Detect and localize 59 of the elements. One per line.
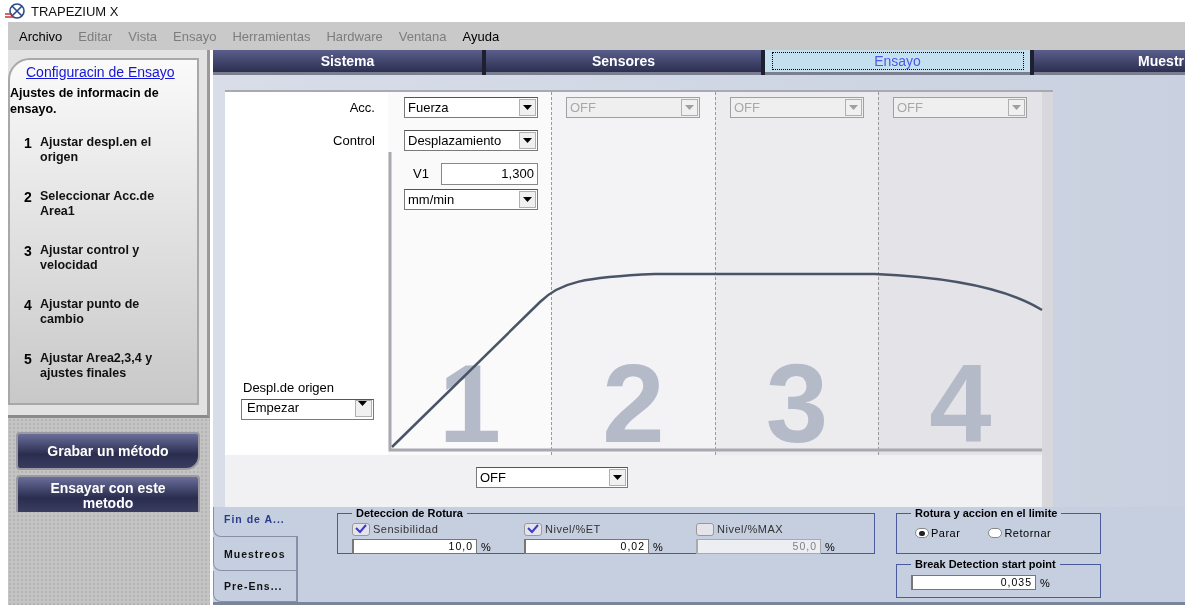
radio-label: Retornar [1004, 527, 1052, 539]
setup-link[interactable]: Configuracin de Ensayo [10, 64, 191, 80]
dropdown[interactable]: Empezar [241, 399, 374, 420]
acc-label: Acc. [349, 98, 375, 117]
unit-label: % [653, 540, 663, 553]
step-number: 4 [24, 297, 32, 315]
app-logo-icon [4, 2, 26, 20]
checkbox[interactable] [524, 522, 542, 536]
step-text: Ajustar control y velocidad [40, 243, 141, 273]
area-number: 2 [602, 340, 665, 466]
dropdown[interactable]: OFF [476, 467, 628, 488]
group-title: Deteccion de Rotura [355, 507, 464, 519]
side-tab[interactable]: Fin de A... [213, 507, 298, 537]
group-title: Break Detection start point [914, 558, 1057, 570]
radio-button[interactable] [988, 528, 1003, 538]
action-button[interactable]: Ensayar con este metodo [16, 475, 200, 512]
checkbox-label: Nivel/%MAX [717, 523, 784, 535]
step-number: 1 [24, 135, 32, 153]
checkbox-label: Sensibilidad [373, 523, 439, 535]
menu-item[interactable]: Ayuda [462, 28, 508, 44]
group-title: Rotura y accion en el limite [914, 507, 1059, 519]
radio-button[interactable] [915, 528, 929, 538]
step-number: 3 [24, 243, 32, 261]
side-tab[interactable]: Muestreos [213, 537, 297, 571]
unit-label: % [481, 540, 491, 553]
step-number: 5 [24, 351, 32, 369]
speed-label: V1 [413, 166, 429, 182]
step-text: Ajustar despl.en el origen [40, 135, 153, 165]
tab[interactable]: Ensayo [765, 50, 1030, 75]
checkbox-label: Nivel/%ET [545, 523, 601, 535]
value-field[interactable]: 10,0 [352, 539, 477, 554]
area-number: 3 [765, 340, 829, 466]
step-number: 2 [24, 189, 32, 207]
tab[interactable]: Sensores [486, 50, 761, 75]
menu-item[interactable]: Archivo [19, 28, 71, 44]
window-title: TRAPEZIUM X [31, 3, 119, 19]
setup-description: Ajustes de informacin de ensayo. [10, 85, 160, 117]
radio-label: Parar [931, 527, 961, 539]
unit-label: % [825, 540, 835, 553]
action-button[interactable]: Grabar un método [16, 432, 200, 471]
unit-label: % [1040, 576, 1050, 589]
dropdown[interactable]: mm/min [404, 188, 538, 210]
tab[interactable]: Muestr [1034, 50, 1185, 75]
dropdown[interactable]: Fuerza [404, 96, 538, 118]
origin-label: Despl.de origen [242, 380, 336, 395]
value-field[interactable]: 50,0 [696, 539, 821, 554]
checkbox[interactable] [352, 522, 370, 536]
speed-field[interactable]: 1,300 [440, 162, 538, 185]
side-tab[interactable]: Pre-Ens... [213, 571, 297, 602]
value-field[interactable]: 0,035 [911, 575, 1036, 590]
control-label: Control [333, 131, 375, 150]
value-field[interactable]: 0,02 [524, 539, 649, 554]
checkbox[interactable] [696, 522, 714, 536]
step-text: Seleccionar Acc.de Area1 [40, 189, 156, 219]
dropdown[interactable]: Desplazamiento [404, 129, 538, 151]
step-text: Ajustar Area2,3,4 y ajustes finales [40, 351, 154, 381]
tab[interactable]: Sistema [213, 50, 482, 75]
step-text: Ajustar punto de cambio [40, 297, 141, 327]
area-number: 1 [438, 340, 502, 466]
